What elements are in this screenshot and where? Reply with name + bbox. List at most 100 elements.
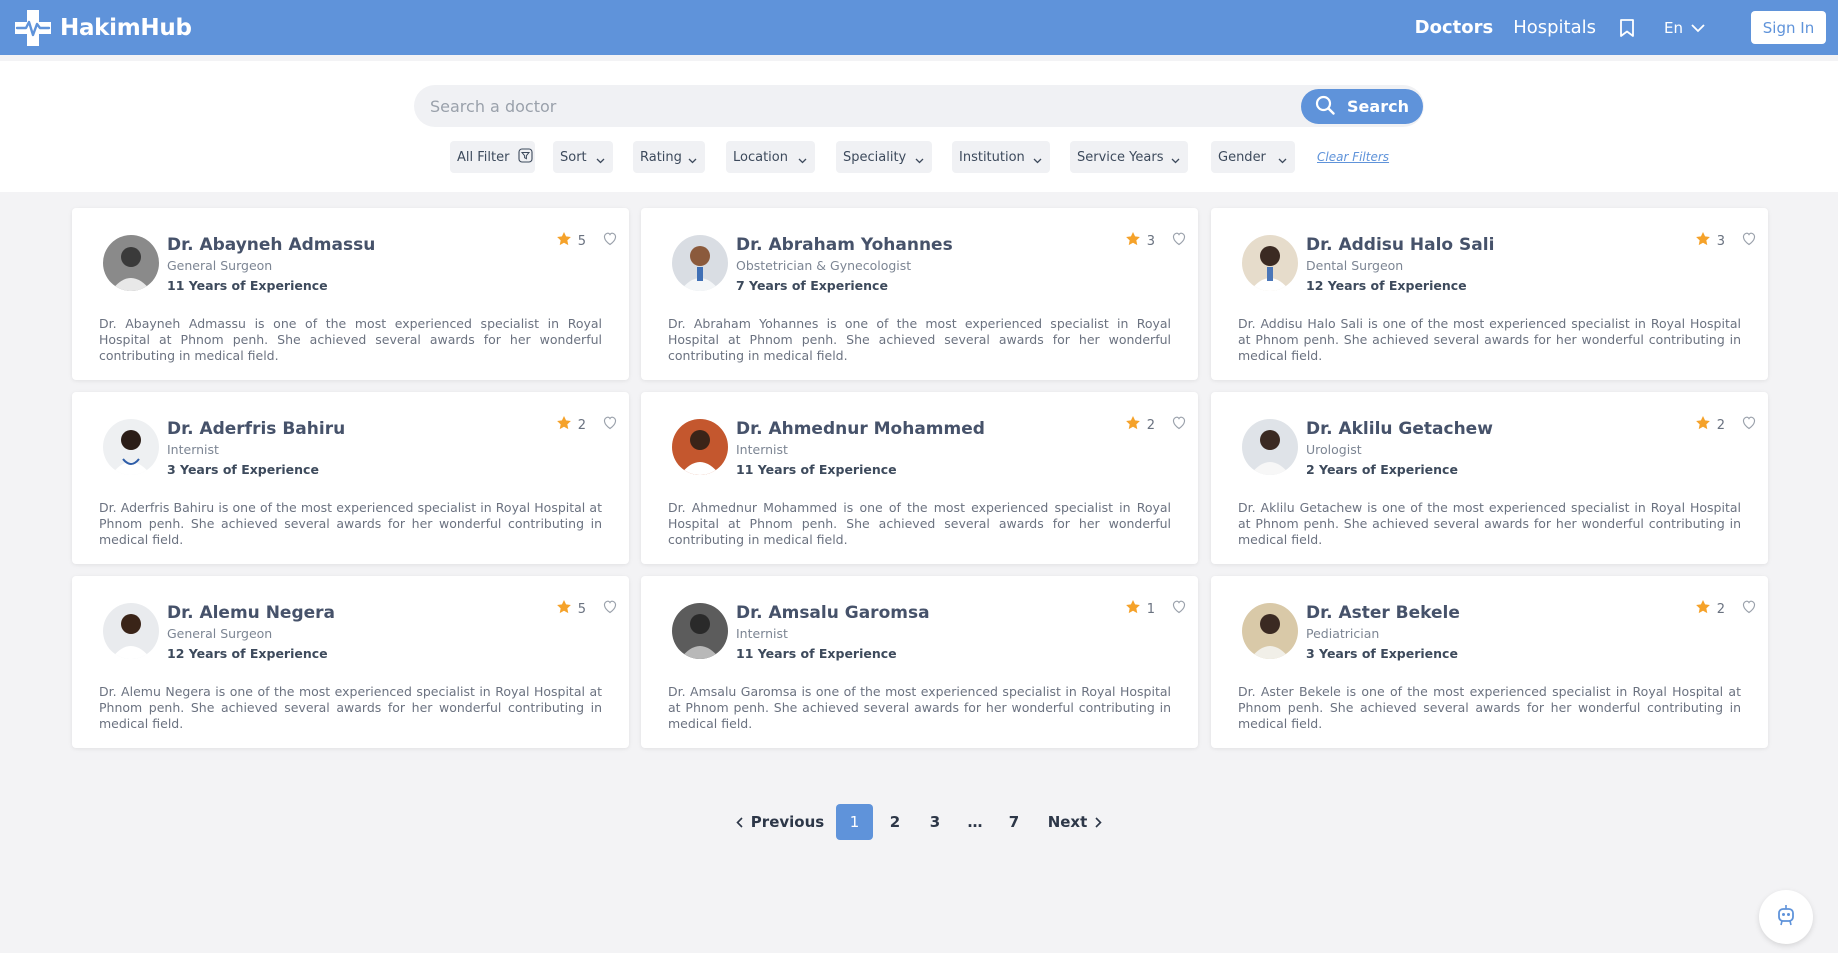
rating-dropdown[interactable]: Rating <box>633 141 705 173</box>
doctor-avatar <box>672 419 728 475</box>
doctor-card[interactable]: Dr. Aderfris Bahiru Internist 3 Years of… <box>72 392 629 564</box>
chevron-down-icon <box>688 153 697 168</box>
doctor-avatar <box>103 235 159 291</box>
doctor-name[interactable]: Dr. Amsalu Garomsa <box>736 603 930 623</box>
heart-icon[interactable] <box>1741 599 1757 618</box>
language-select[interactable]: En <box>1664 19 1705 37</box>
search-input[interactable] <box>430 85 1250 127</box>
nav-doctors[interactable]: Doctors <box>1415 17 1494 38</box>
gender-label: Gender <box>1218 149 1266 165</box>
search-button[interactable]: Search <box>1301 89 1423 124</box>
pagination: Previous 1 2 3 … 7 Next <box>0 804 1838 840</box>
doctor-specialty: Internist <box>736 442 788 457</box>
doctor-rating: 5 <box>556 599 586 619</box>
institution-dropdown[interactable]: Institution <box>952 141 1050 173</box>
doctor-avatar <box>1242 419 1298 475</box>
sign-in-button[interactable]: Sign In <box>1751 11 1826 44</box>
service-years-dropdown[interactable]: Service Years <box>1070 141 1188 173</box>
page-2-button[interactable]: 2 <box>880 804 910 840</box>
chevron-right-icon <box>1095 816 1102 828</box>
doctor-specialty: Internist <box>167 442 219 457</box>
rating-value: 5 <box>577 601 586 617</box>
doctor-name[interactable]: Dr. Abayneh Admassu <box>167 235 375 255</box>
doctor-rating: 3 <box>1125 231 1155 251</box>
chevron-down-icon <box>1683 19 1705 37</box>
heart-icon[interactable] <box>1171 231 1187 250</box>
doctor-description: Dr. Abraham Yohannes is one of the most … <box>668 316 1171 363</box>
doctor-card[interactable]: Dr. Alemu Negera General Surgeon 12 Year… <box>72 576 629 748</box>
institution-label: Institution <box>959 149 1025 165</box>
main-nav: Doctors Hospitals En Sign In <box>1415 0 1838 55</box>
chevron-down-icon <box>798 153 807 168</box>
doctor-experience: 11 Years of Experience <box>167 278 328 293</box>
doctor-description: Dr. Aderfris Bahiru is one of the most e… <box>99 500 602 547</box>
doctor-card[interactable]: Dr. Aster Bekele Pediatrician 3 Years of… <box>1211 576 1768 748</box>
assistant-bot-icon <box>1776 904 1796 930</box>
location-dropdown[interactable]: Location <box>726 141 815 173</box>
star-icon <box>556 231 578 251</box>
doctor-specialty: Dental Surgeon <box>1306 258 1404 273</box>
rating-value: 3 <box>1716 233 1725 249</box>
bookmark-icon[interactable] <box>1618 18 1636 38</box>
heart-icon[interactable] <box>1741 231 1757 250</box>
star-icon <box>1125 231 1147 251</box>
doctor-card[interactable]: Dr. Amsalu Garomsa Internist 11 Years of… <box>641 576 1198 748</box>
doctor-name[interactable]: Dr. Ahmednur Mohammed <box>736 419 985 439</box>
doctor-experience: 11 Years of Experience <box>736 462 897 477</box>
assistant-button[interactable] <box>1759 890 1813 944</box>
page-1-button[interactable]: 1 <box>836 804 873 840</box>
doctor-name[interactable]: Dr. Aklilu Getachew <box>1306 419 1493 439</box>
doctor-avatar <box>103 419 159 475</box>
brand-logo[interactable]: HakimHub <box>13 8 192 48</box>
heart-icon[interactable] <box>602 415 618 434</box>
star-icon <box>556 415 578 435</box>
star-icon <box>1695 599 1717 619</box>
gender-dropdown[interactable]: Gender <box>1211 141 1295 173</box>
doctor-card[interactable]: Dr. Ahmednur Mohammed Internist 11 Years… <box>641 392 1198 564</box>
doctor-avatar <box>672 235 728 291</box>
heart-icon[interactable] <box>602 231 618 250</box>
star-icon <box>1695 415 1717 435</box>
doctor-name[interactable]: Dr. Alemu Negera <box>167 603 335 623</box>
heart-icon[interactable] <box>602 599 618 618</box>
heart-icon[interactable] <box>1171 599 1187 618</box>
doctor-name[interactable]: Dr. Aderfris Bahiru <box>167 419 345 439</box>
clear-filters-link[interactable]: Clear Filters <box>1317 150 1389 164</box>
page-7-button[interactable]: 7 <box>999 804 1029 840</box>
sort-dropdown[interactable]: Sort <box>553 141 613 173</box>
doctor-card[interactable]: Dr. Aklilu Getachew Urologist 2 Years of… <box>1211 392 1768 564</box>
heart-icon[interactable] <box>1741 415 1757 434</box>
doctor-experience: 12 Years of Experience <box>1306 278 1467 293</box>
doctor-experience: 2 Years of Experience <box>1306 462 1458 477</box>
brand-name: HakimHub <box>60 15 192 41</box>
doctor-specialty: Obstetrician & Gynecologist <box>736 258 912 273</box>
nav-hospitals[interactable]: Hospitals <box>1513 17 1596 38</box>
doctor-card[interactable]: Dr. Abraham Yohannes Obstetrician & Gyne… <box>641 208 1198 380</box>
search-button-label: Search <box>1347 97 1409 116</box>
doctor-specialty: Urologist <box>1306 442 1362 457</box>
doctor-card[interactable]: Dr. Abayneh Admassu General Surgeon 11 Y… <box>72 208 629 380</box>
language-label: En <box>1664 18 1683 37</box>
location-label: Location <box>733 149 788 165</box>
star-icon <box>1125 415 1147 435</box>
search-section: Search All Filter Sort Rating Location S… <box>0 61 1838 192</box>
star-icon <box>556 599 578 619</box>
doctor-card[interactable]: Dr. Addisu Halo Sali Dental Surgeon 12 Y… <box>1211 208 1768 380</box>
rating-value: 2 <box>1716 417 1725 433</box>
page-3-button[interactable]: 3 <box>920 804 950 840</box>
all-filter-button[interactable]: All Filter <box>450 141 535 173</box>
doctor-description: Dr. Aklilu Getachew is one of the most e… <box>1238 500 1741 547</box>
speciality-dropdown[interactable]: Speciality <box>836 141 932 173</box>
heart-icon[interactable] <box>1171 415 1187 434</box>
doctor-specialty: General Surgeon <box>167 258 273 273</box>
next-page-button[interactable]: Next <box>1047 804 1103 840</box>
previous-page-button[interactable]: Previous <box>736 804 824 840</box>
doctor-name[interactable]: Dr. Addisu Halo Sali <box>1306 235 1494 255</box>
doctor-name[interactable]: Dr. Abraham Yohannes <box>736 235 953 255</box>
doctor-specialty: General Surgeon <box>167 626 273 641</box>
doctor-avatar <box>672 603 728 659</box>
doctor-name[interactable]: Dr. Aster Bekele <box>1306 603 1460 623</box>
filter-bar: All Filter Sort Rating Location Speciali… <box>0 141 1838 173</box>
all-filter-label: All Filter <box>457 149 510 165</box>
rating-label: Rating <box>640 149 682 165</box>
